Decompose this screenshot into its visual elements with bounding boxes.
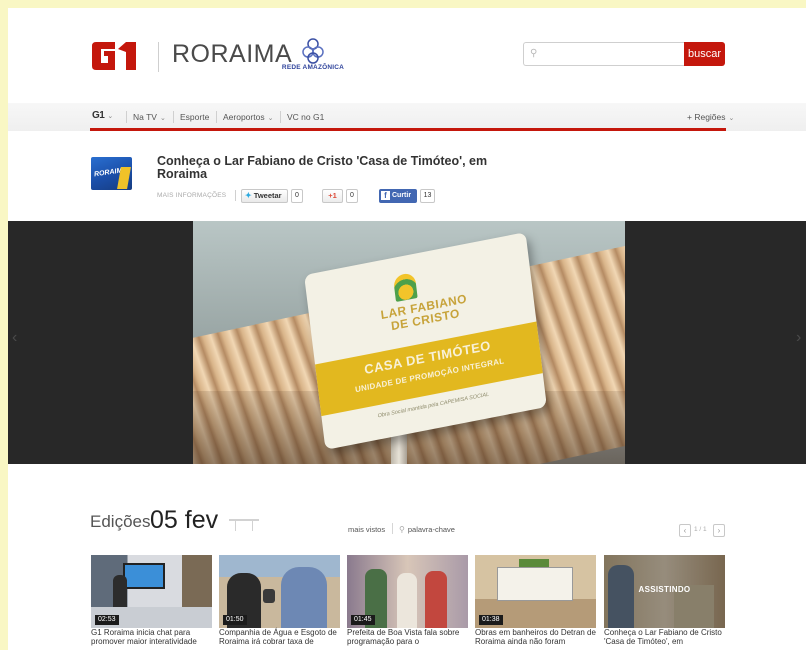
g1-logo[interactable] (90, 40, 139, 72)
now-watching-overlay: ASSISTINDO (604, 555, 725, 628)
network-emblem-icon (302, 38, 324, 64)
facebook-icon: f (381, 191, 390, 200)
tweet-count: 0 (291, 189, 303, 203)
nav-divider (216, 111, 217, 123)
sign-emblem-icon (392, 271, 418, 303)
video-thumb-current[interactable]: ASSISTINDO Conheça o Lar Fabiano de Cris… (604, 555, 725, 650)
thumb-caption[interactable]: Prefeita de Boa Vista fala sobre program… (347, 628, 471, 646)
thumb-person (425, 571, 447, 628)
nav-divider (173, 111, 174, 123)
video-frame[interactable]: LAR FABIANO DE CRISTO CASA DE TIMÓTEO UN… (193, 221, 625, 464)
now-watching-label: ASSISTINDO (638, 585, 691, 594)
like-count: 13 (420, 189, 435, 203)
chevron-down-icon: ⌄ (728, 115, 735, 122)
search-icon: ⚲ (530, 48, 538, 59)
video-thumb[interactable]: 01:45 Prefeita de Boa Vista fala sobre p… (347, 555, 468, 650)
network-label: REDE AMAZÔNICA (281, 64, 345, 71)
duration-badge: 01:38 (479, 615, 503, 625)
calendar-icon[interactable] (229, 519, 259, 533)
nav-g1-menu[interactable]: G1 ⌄ (92, 110, 113, 121)
thumb-person (281, 567, 327, 628)
duration-badge: 01:50 (223, 615, 247, 625)
thumb-caption[interactable]: Conheça o Lar Fabiano de Cristo 'Casa de… (604, 628, 728, 646)
search-icon: ⚲ (399, 525, 405, 534)
region-title[interactable]: RORAIMA (172, 40, 292, 69)
duration-badge: 01:45 (351, 615, 375, 625)
keyword-search[interactable]: ⚲ palavra-chave (399, 525, 455, 534)
pager-next-button[interactable]: › (713, 524, 725, 537)
pager-prev-button[interactable]: ‹ (679, 524, 691, 537)
chevron-down-icon: ⌄ (267, 115, 274, 122)
program-logo[interactable]: RORAIMA (91, 157, 132, 190)
nav-bar: G1 ⌄ Na TV ⌄ Esporte Aeroportos ⌄ VC no G1 … (90, 103, 734, 131)
page: RORAIMA REDE AMAZÔNICA ⚲ buscar G1 ⌄ Na T… (8, 8, 806, 650)
thumb-notice-board (497, 567, 573, 601)
nav-item-label: Aeroportos (223, 112, 265, 122)
gplus-button[interactable]: +1 (322, 189, 343, 203)
video-thumb[interactable]: 01:38 Obras em banheiros do Detran de Ro… (475, 555, 596, 650)
main-nav: G1 ⌄ Na TV ⌄ Esporte Aeroportos ⌄ VC no G1 … (8, 103, 806, 131)
twitter-bird-icon: ✦ (245, 191, 252, 200)
nav-item-aeroportos[interactable]: Aeroportos ⌄ (223, 112, 273, 122)
gplus-count: 0 (346, 189, 358, 203)
thumb-person (397, 573, 417, 628)
pager-text: 1 / 1 (694, 526, 707, 533)
duration-badge: 02:53 (95, 615, 119, 625)
thumb-caption[interactable]: Obras em banheiros do Detran de Roraima … (475, 628, 599, 646)
most-viewed-link[interactable]: mais vistos (348, 525, 385, 534)
chevron-left-icon[interactable]: ‹ (12, 329, 17, 347)
search-button[interactable]: buscar (684, 42, 725, 66)
article-title: Conheça o Lar Fabiano de Cristo 'Casa de… (157, 154, 488, 181)
tweet-label: Tweetar (253, 191, 282, 200)
thumb-screen (123, 563, 165, 589)
thumb-caption[interactable]: Companhia de Água e Esgoto de Roraima ir… (219, 628, 343, 646)
video-thumb[interactable]: 01:50 Companhia de Água e Esgoto de Rora… (219, 555, 340, 650)
site-header: RORAIMA REDE AMAZÔNICA ⚲ buscar (8, 8, 806, 103)
tweet-button[interactable]: ✦ Tweetar (241, 189, 288, 203)
search-box[interactable]: ⚲ (523, 42, 685, 66)
nav-divider (280, 111, 281, 123)
nav-regions-menu[interactable]: + Regiões ⌄ (687, 112, 734, 122)
g1-mini-logo: G1 (92, 110, 105, 121)
more-info-link[interactable]: MAIS INFORMAÇÕES (157, 192, 226, 199)
microphone-icon (263, 589, 275, 603)
keyword-label: palavra-chave (407, 525, 455, 534)
chevron-right-icon[interactable]: › (796, 329, 801, 347)
editions-date: 05 fev (150, 506, 219, 534)
regions-label: + Regiões (687, 112, 726, 122)
like-label: Curtir (392, 192, 412, 199)
sign-band: CASA DE TIMÓTEO UNIDADE DE PROMOÇÃO INTE… (315, 321, 543, 417)
nav-item-label: VC no G1 (287, 112, 325, 122)
search-input[interactable] (544, 46, 679, 62)
nav-divider (126, 111, 127, 123)
chevron-down-icon: ⌄ (107, 113, 114, 120)
share-divider (235, 190, 236, 201)
chevron-down-icon: ⌄ (159, 115, 166, 122)
nav-item-vc-no-g1[interactable]: VC no G1 (287, 112, 324, 122)
filter-divider (392, 523, 393, 534)
thumb-caption[interactable]: G1 Roraima inicia chat para promover mai… (91, 628, 215, 646)
nav-item-na-tv[interactable]: Na TV ⌄ (133, 112, 166, 122)
network-logo[interactable]: REDE AMAZÔNICA (278, 38, 348, 74)
calendar-bar (229, 519, 259, 521)
video-player[interactable]: ‹ › LAR FABIANO DE CRISTO CASA DE TIMÓTE… (8, 221, 806, 464)
thumb-notice-header (519, 559, 549, 567)
nav-item-esporte[interactable]: Esporte (180, 112, 209, 122)
editions-title: Edições (90, 512, 151, 531)
nav-item-label: Na TV (133, 112, 157, 122)
video-thumb[interactable]: 02:53 G1 Roraima inicia chat para promov… (91, 555, 212, 650)
nav-item-label: Esporte (180, 112, 210, 122)
header-divider (158, 42, 159, 72)
facebook-like-button[interactable]: f Curtir (379, 189, 417, 203)
calendar-leg (252, 521, 253, 531)
calendar-leg (235, 521, 236, 531)
